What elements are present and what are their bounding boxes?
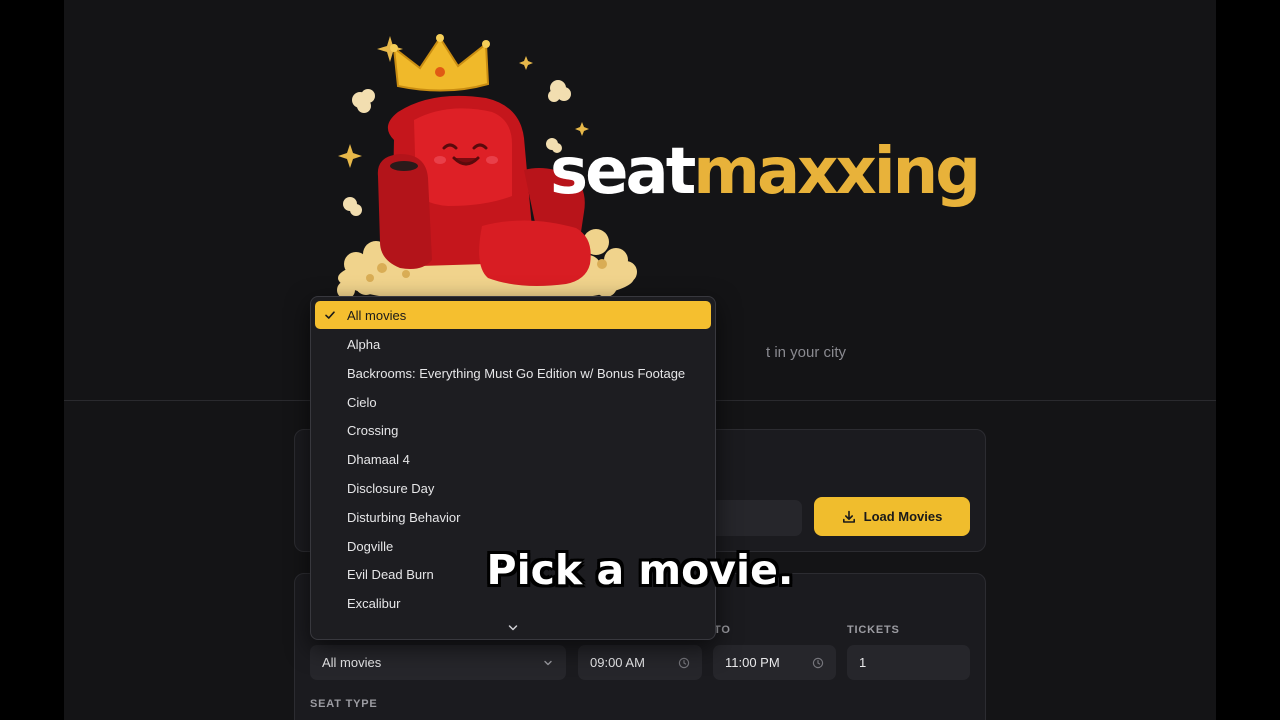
dropdown-option[interactable]: Evil Dead Burn [315,560,711,588]
option-label: Disturbing Behavior [347,509,461,525]
download-icon [842,510,855,523]
movie-select-value: All movies [322,655,382,670]
app-frame: seatmaxxing t in your city Load Movies T… [64,0,1216,720]
load-movies-label: Load Movies [863,509,943,524]
sparkle-icon [338,144,362,168]
option-label: Dogville [347,538,394,554]
dropdown-option[interactable]: Dhamaal 4 [315,445,711,473]
logo-maxxing-text: maxxing [693,135,981,209]
crown-icon [390,34,490,92]
sparkle-icon [519,56,533,70]
option-label: Crossing [347,422,399,438]
seat-type-label: SEAT TYPE [310,698,378,710]
to-time-input[interactable]: 11:00 PM [713,645,836,680]
option-label: Dhamaal 4 [347,451,410,467]
option-label: Alpha [347,336,381,352]
sparkle-icon [575,122,589,136]
tickets-value: 1 [859,655,867,670]
dropdown-option[interactable]: Backrooms: Everything Must Go Edition w/… [315,359,711,387]
tagline: t in your city [766,344,847,361]
check-icon [325,311,335,319]
city-input[interactable] [710,500,802,536]
app-logo: seatmaxxing [550,140,981,204]
dropdown-option[interactable]: Excalibur [315,589,711,617]
tickets-input[interactable]: 1 [847,645,970,680]
logo-seat-text: seat [550,135,696,209]
from-time-value: 09:00 AM [590,655,645,670]
movie-select[interactable]: All movies [310,645,566,680]
dropdown-option[interactable]: Cielo [315,388,711,416]
dropdown-option-all-movies[interactable]: All movies [315,301,711,329]
dropdown-option[interactable]: Disclosure Day [315,474,711,502]
dropdown-option[interactable]: Disturbing Behavior [315,503,711,531]
clock-icon [678,657,690,669]
clock-icon [812,657,824,669]
dropdown-option[interactable]: Crossing [315,416,711,444]
option-label: Evil Dead Burn [347,566,434,582]
to-time-label: TO [714,624,731,636]
dropdown-option[interactable]: Dogville [315,532,711,560]
option-label: Excalibur [347,595,401,611]
load-movies-button[interactable]: Load Movies [814,497,970,536]
chevron-down-icon [542,657,554,669]
dropdown-option[interactable]: Alpha [315,330,711,358]
to-time-value: 11:00 PM [725,655,780,670]
movie-dropdown-menu: All movies Alpha Backrooms: Everything M… [310,296,716,640]
option-label: Cielo [347,394,377,410]
tickets-label: TICKETS [847,624,900,636]
option-label: All movies [347,307,407,323]
option-label: Backrooms: Everything Must Go Edition w/… [347,365,686,381]
from-time-input[interactable]: 09:00 AM [578,645,702,680]
scroll-down-chevron-icon[interactable] [507,623,519,633]
option-label: Disclosure Day [347,480,435,496]
